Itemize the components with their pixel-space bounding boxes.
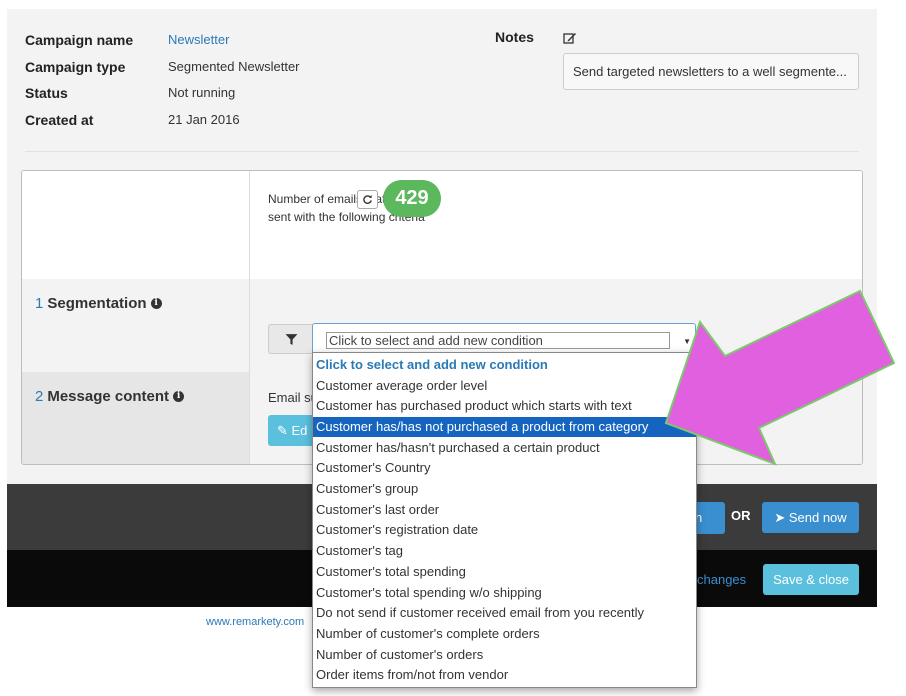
filter-icon — [285, 333, 298, 345]
save-close-button[interactable]: Save & close — [763, 564, 859, 595]
dropdown-option[interactable]: Number of customer's orders — [313, 645, 696, 665]
dropdown-option[interactable]: Do not send if customer received email f… — [313, 603, 696, 623]
dropdown-option[interactable]: Customer's tag — [313, 541, 696, 561]
campaign-name-label: Campaign name — [25, 32, 134, 48]
info-icon[interactable]: i — [173, 391, 185, 402]
created-at-label: Created at — [25, 112, 94, 128]
dropdown-option[interactable]: Customer's total spending w/o shipping — [313, 583, 696, 603]
message-content-title: 2 Message content i — [35, 388, 185, 405]
recipient-count-area: Number of emails that will be sent with … — [250, 171, 862, 279]
send-now-label: Send now — [788, 510, 847, 525]
discard-changes-link[interactable]: changes — [697, 572, 746, 587]
dropdown-option[interactable]: Order items from/not from vendor — [313, 665, 696, 685]
or-separator: OR — [731, 508, 751, 523]
campaign-name-value[interactable]: Newsletter — [168, 30, 229, 50]
dropdown-option[interactable]: Customer has/hasn't purchased a certain … — [313, 438, 696, 458]
segmentation-title: 1 Segmentation i — [35, 295, 162, 312]
status-label: Status — [25, 85, 68, 101]
segmentation-title-text: Segmentation — [47, 295, 147, 312]
edit-button-label: Ed — [291, 423, 308, 438]
panel-header-left — [22, 171, 250, 279]
dropdown-option-selected[interactable]: Customer has/has not purchased a product… — [313, 417, 696, 437]
campaign-type-value: Segmented Newsletter — [168, 59, 300, 74]
refresh-icon — [363, 195, 372, 204]
dropdown-option[interactable]: Customer has purchased product which sta… — [313, 396, 696, 416]
dropdown-option[interactable]: Customer's total spending — [313, 562, 696, 582]
dropdown-option[interactable]: Customer's last order — [313, 500, 696, 520]
message-step-number: 2 — [35, 388, 44, 405]
campaign-type-label: Campaign type — [25, 59, 126, 75]
paper-plane-icon: ➤ — [774, 510, 789, 525]
segmentation-step-number: 1 — [35, 295, 44, 312]
dropdown-option[interactable]: Customer's registration date — [313, 520, 696, 540]
edit-notes-icon[interactable] — [563, 31, 577, 45]
email-subject-label: Email su — [268, 390, 318, 405]
notes-field[interactable]: Send targeted newsletters to a well segm… — [563, 53, 859, 90]
send-now-button[interactable]: ➤ Send now — [762, 502, 859, 533]
dropdown-option[interactable]: Customer's Country — [313, 458, 696, 478]
filter-button[interactable] — [268, 324, 314, 354]
recipient-count-badge: 429 — [383, 180, 441, 217]
dropdown-option[interactable]: Customer's group — [313, 479, 696, 499]
condition-select[interactable]: Click to select and add new condition ▼ — [312, 323, 696, 355]
notes-label: Notes — [495, 29, 534, 45]
chevron-down-icon: ▼ — [683, 337, 691, 346]
status-value: Not running — [168, 85, 236, 100]
footer-link[interactable]: www.remarkety.com — [206, 616, 304, 628]
divider — [25, 151, 859, 152]
dropdown-option[interactable]: Customer average order level — [313, 376, 696, 396]
condition-dropdown-list[interactable]: Click to select and add new condition Cu… — [312, 352, 697, 688]
condition-select-value: Click to select and add new condition — [326, 332, 670, 349]
dropdown-option[interactable]: Number of customer's complete orders — [313, 624, 696, 644]
message-content-title-text: Message content — [47, 388, 170, 405]
dropdown-option[interactable]: Click to select and add new condition — [313, 355, 696, 375]
segmentation-section-label: 1 Segmentation i — [22, 279, 250, 372]
created-at-value: 21 Jan 2016 — [168, 112, 240, 127]
refresh-count-button[interactable] — [357, 190, 378, 209]
message-section-label: 2 Message content i — [22, 372, 250, 464]
info-icon[interactable]: i — [150, 298, 162, 309]
edit-icon: ✎ — [277, 423, 292, 438]
